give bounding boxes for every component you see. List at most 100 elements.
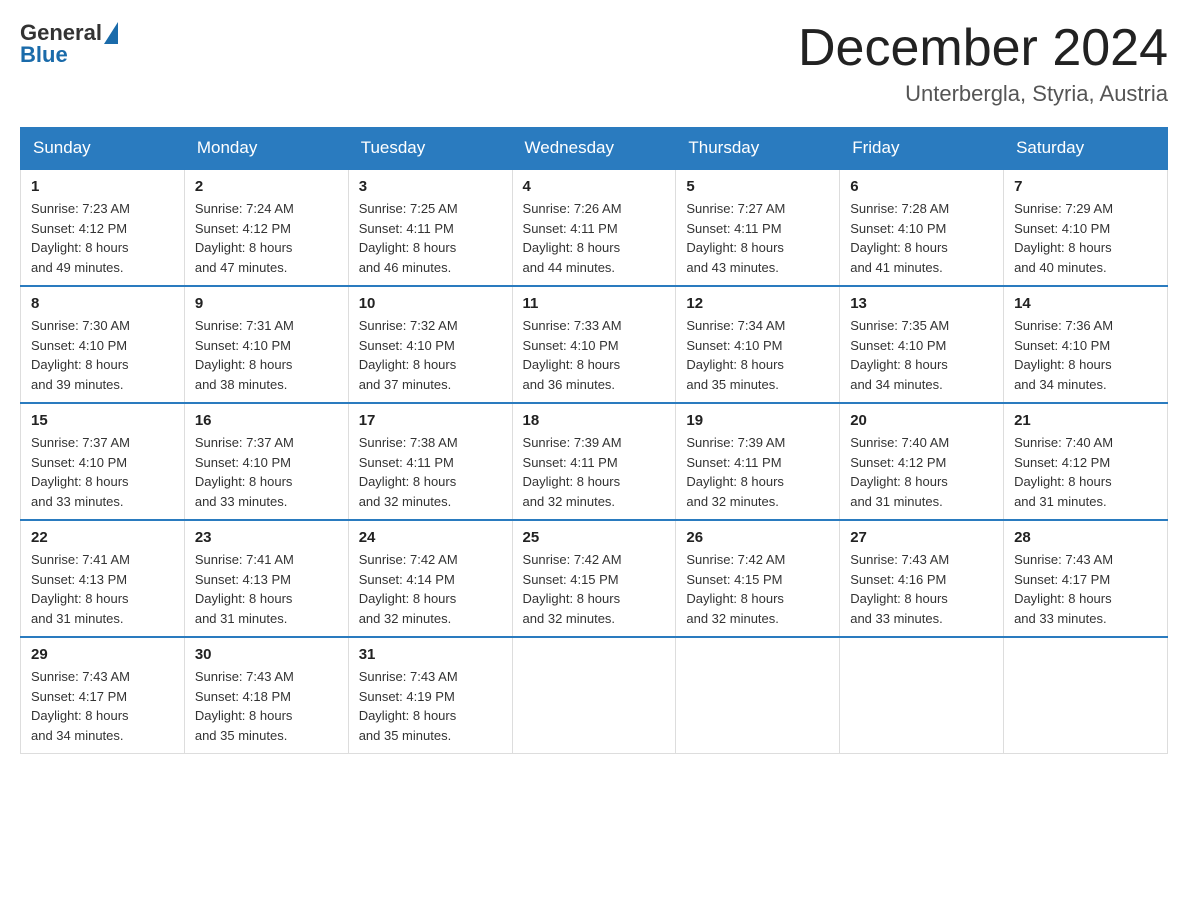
- calendar-cell: 22 Sunrise: 7:41 AM Sunset: 4:13 PM Dayl…: [21, 520, 185, 637]
- day-info: Sunrise: 7:29 AM Sunset: 4:10 PM Dayligh…: [1014, 199, 1157, 277]
- calendar-cell: 5 Sunrise: 7:27 AM Sunset: 4:11 PM Dayli…: [676, 169, 840, 286]
- weekday-header-monday: Monday: [184, 128, 348, 170]
- weekday-header-thursday: Thursday: [676, 128, 840, 170]
- calendar-cell: 16 Sunrise: 7:37 AM Sunset: 4:10 PM Dayl…: [184, 403, 348, 520]
- day-number: 6: [850, 178, 993, 195]
- month-title: December 2024: [798, 20, 1168, 77]
- calendar-cell: 7 Sunrise: 7:29 AM Sunset: 4:10 PM Dayli…: [1004, 169, 1168, 286]
- day-number: 2: [195, 178, 338, 195]
- calendar-cell: 12 Sunrise: 7:34 AM Sunset: 4:10 PM Dayl…: [676, 286, 840, 403]
- day-number: 13: [850, 295, 993, 312]
- day-number: 30: [195, 646, 338, 663]
- day-number: 11: [523, 295, 666, 312]
- day-number: 12: [686, 295, 829, 312]
- day-number: 24: [359, 529, 502, 546]
- day-info: Sunrise: 7:37 AM Sunset: 4:10 PM Dayligh…: [31, 433, 174, 511]
- day-number: 17: [359, 412, 502, 429]
- weekday-header-tuesday: Tuesday: [348, 128, 512, 170]
- day-info: Sunrise: 7:40 AM Sunset: 4:12 PM Dayligh…: [1014, 433, 1157, 511]
- day-info: Sunrise: 7:35 AM Sunset: 4:10 PM Dayligh…: [850, 316, 993, 394]
- day-info: Sunrise: 7:26 AM Sunset: 4:11 PM Dayligh…: [523, 199, 666, 277]
- week-row-3: 15 Sunrise: 7:37 AM Sunset: 4:10 PM Dayl…: [21, 403, 1168, 520]
- calendar-cell: 9 Sunrise: 7:31 AM Sunset: 4:10 PM Dayli…: [184, 286, 348, 403]
- day-info: Sunrise: 7:30 AM Sunset: 4:10 PM Dayligh…: [31, 316, 174, 394]
- calendar-cell: 18 Sunrise: 7:39 AM Sunset: 4:11 PM Dayl…: [512, 403, 676, 520]
- day-number: 10: [359, 295, 502, 312]
- day-info: Sunrise: 7:43 AM Sunset: 4:19 PM Dayligh…: [359, 667, 502, 745]
- day-info: Sunrise: 7:40 AM Sunset: 4:12 PM Dayligh…: [850, 433, 993, 511]
- day-info: Sunrise: 7:41 AM Sunset: 4:13 PM Dayligh…: [195, 550, 338, 628]
- day-number: 1: [31, 178, 174, 195]
- calendar-cell: 29 Sunrise: 7:43 AM Sunset: 4:17 PM Dayl…: [21, 637, 185, 754]
- calendar-cell: [840, 637, 1004, 754]
- calendar-cell: 19 Sunrise: 7:39 AM Sunset: 4:11 PM Dayl…: [676, 403, 840, 520]
- calendar-cell: 3 Sunrise: 7:25 AM Sunset: 4:11 PM Dayli…: [348, 169, 512, 286]
- calendar-cell: 31 Sunrise: 7:43 AM Sunset: 4:19 PM Dayl…: [348, 637, 512, 754]
- day-info: Sunrise: 7:42 AM Sunset: 4:14 PM Dayligh…: [359, 550, 502, 628]
- calendar-cell: 10 Sunrise: 7:32 AM Sunset: 4:10 PM Dayl…: [348, 286, 512, 403]
- day-info: Sunrise: 7:33 AM Sunset: 4:10 PM Dayligh…: [523, 316, 666, 394]
- day-number: 27: [850, 529, 993, 546]
- day-number: 29: [31, 646, 174, 663]
- calendar-cell: 24 Sunrise: 7:42 AM Sunset: 4:14 PM Dayl…: [348, 520, 512, 637]
- day-number: 18: [523, 412, 666, 429]
- day-number: 20: [850, 412, 993, 429]
- day-number: 16: [195, 412, 338, 429]
- week-row-5: 29 Sunrise: 7:43 AM Sunset: 4:17 PM Dayl…: [21, 637, 1168, 754]
- logo-blue-text: Blue: [20, 42, 118, 68]
- calendar-cell: 28 Sunrise: 7:43 AM Sunset: 4:17 PM Dayl…: [1004, 520, 1168, 637]
- day-number: 5: [686, 178, 829, 195]
- day-number: 22: [31, 529, 174, 546]
- day-info: Sunrise: 7:38 AM Sunset: 4:11 PM Dayligh…: [359, 433, 502, 511]
- weekday-header-sunday: Sunday: [21, 128, 185, 170]
- day-number: 14: [1014, 295, 1157, 312]
- calendar-cell: 15 Sunrise: 7:37 AM Sunset: 4:10 PM Dayl…: [21, 403, 185, 520]
- day-info: Sunrise: 7:39 AM Sunset: 4:11 PM Dayligh…: [523, 433, 666, 511]
- day-number: 31: [359, 646, 502, 663]
- calendar-cell: 25 Sunrise: 7:42 AM Sunset: 4:15 PM Dayl…: [512, 520, 676, 637]
- logo: General Blue: [20, 20, 118, 68]
- day-info: Sunrise: 7:25 AM Sunset: 4:11 PM Dayligh…: [359, 199, 502, 277]
- calendar-cell: 14 Sunrise: 7:36 AM Sunset: 4:10 PM Dayl…: [1004, 286, 1168, 403]
- calendar-cell: 2 Sunrise: 7:24 AM Sunset: 4:12 PM Dayli…: [184, 169, 348, 286]
- day-info: Sunrise: 7:43 AM Sunset: 4:17 PM Dayligh…: [1014, 550, 1157, 628]
- day-info: Sunrise: 7:43 AM Sunset: 4:16 PM Dayligh…: [850, 550, 993, 628]
- day-info: Sunrise: 7:42 AM Sunset: 4:15 PM Dayligh…: [523, 550, 666, 628]
- day-info: Sunrise: 7:43 AM Sunset: 4:17 PM Dayligh…: [31, 667, 174, 745]
- logo-triangle-icon: [104, 22, 118, 44]
- location-title: Unterbergla, Styria, Austria: [798, 81, 1168, 107]
- title-block: December 2024 Unterbergla, Styria, Austr…: [798, 20, 1168, 107]
- calendar-cell: 4 Sunrise: 7:26 AM Sunset: 4:11 PM Dayli…: [512, 169, 676, 286]
- day-info: Sunrise: 7:24 AM Sunset: 4:12 PM Dayligh…: [195, 199, 338, 277]
- day-info: Sunrise: 7:42 AM Sunset: 4:15 PM Dayligh…: [686, 550, 829, 628]
- calendar-cell: 6 Sunrise: 7:28 AM Sunset: 4:10 PM Dayli…: [840, 169, 1004, 286]
- day-info: Sunrise: 7:37 AM Sunset: 4:10 PM Dayligh…: [195, 433, 338, 511]
- day-info: Sunrise: 7:31 AM Sunset: 4:10 PM Dayligh…: [195, 316, 338, 394]
- calendar-cell: 17 Sunrise: 7:38 AM Sunset: 4:11 PM Dayl…: [348, 403, 512, 520]
- calendar-cell: [512, 637, 676, 754]
- day-number: 25: [523, 529, 666, 546]
- calendar-cell: 27 Sunrise: 7:43 AM Sunset: 4:16 PM Dayl…: [840, 520, 1004, 637]
- calendar-cell: 11 Sunrise: 7:33 AM Sunset: 4:10 PM Dayl…: [512, 286, 676, 403]
- day-number: 21: [1014, 412, 1157, 429]
- day-number: 4: [523, 178, 666, 195]
- calendar-cell: 20 Sunrise: 7:40 AM Sunset: 4:12 PM Dayl…: [840, 403, 1004, 520]
- calendar-cell: 13 Sunrise: 7:35 AM Sunset: 4:10 PM Dayl…: [840, 286, 1004, 403]
- calendar-cell: 30 Sunrise: 7:43 AM Sunset: 4:18 PM Dayl…: [184, 637, 348, 754]
- calendar-cell: 1 Sunrise: 7:23 AM Sunset: 4:12 PM Dayli…: [21, 169, 185, 286]
- week-row-4: 22 Sunrise: 7:41 AM Sunset: 4:13 PM Dayl…: [21, 520, 1168, 637]
- day-number: 15: [31, 412, 174, 429]
- day-info: Sunrise: 7:23 AM Sunset: 4:12 PM Dayligh…: [31, 199, 174, 277]
- day-number: 9: [195, 295, 338, 312]
- day-info: Sunrise: 7:36 AM Sunset: 4:10 PM Dayligh…: [1014, 316, 1157, 394]
- day-number: 7: [1014, 178, 1157, 195]
- calendar-table: SundayMondayTuesdayWednesdayThursdayFrid…: [20, 127, 1168, 754]
- day-number: 8: [31, 295, 174, 312]
- calendar-cell: 23 Sunrise: 7:41 AM Sunset: 4:13 PM Dayl…: [184, 520, 348, 637]
- week-row-2: 8 Sunrise: 7:30 AM Sunset: 4:10 PM Dayli…: [21, 286, 1168, 403]
- day-info: Sunrise: 7:34 AM Sunset: 4:10 PM Dayligh…: [686, 316, 829, 394]
- calendar-cell: 26 Sunrise: 7:42 AM Sunset: 4:15 PM Dayl…: [676, 520, 840, 637]
- day-info: Sunrise: 7:41 AM Sunset: 4:13 PM Dayligh…: [31, 550, 174, 628]
- weekday-header-wednesday: Wednesday: [512, 128, 676, 170]
- day-info: Sunrise: 7:39 AM Sunset: 4:11 PM Dayligh…: [686, 433, 829, 511]
